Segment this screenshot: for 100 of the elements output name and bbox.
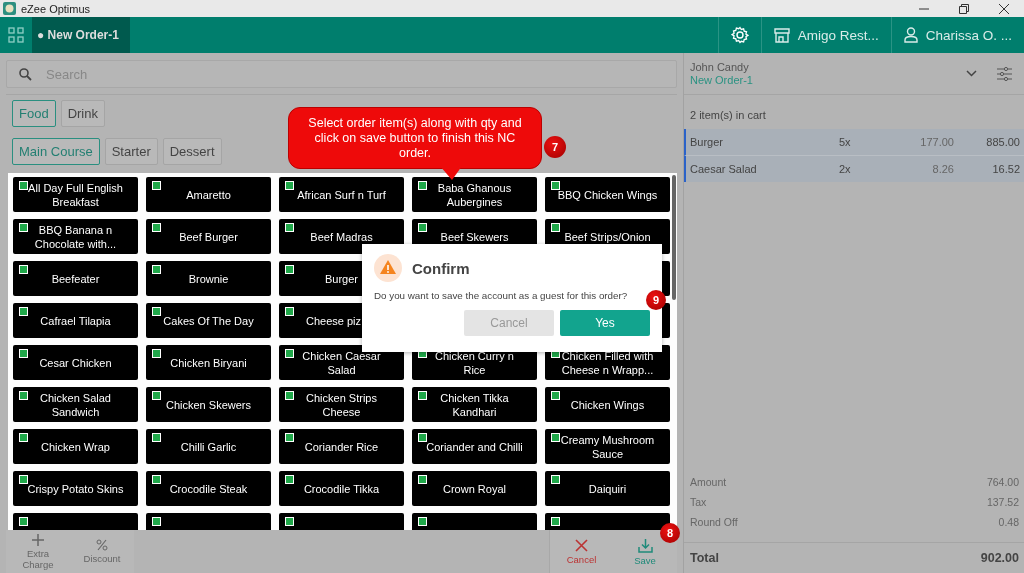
total-value: 137.52 xyxy=(986,496,1019,508)
store-icon xyxy=(773,27,790,43)
veg-indicator-icon xyxy=(152,307,161,316)
veg-indicator-icon xyxy=(152,181,161,190)
plus-icon xyxy=(32,533,44,546)
total-value: 764.00 xyxy=(986,476,1019,488)
veg-indicator-icon xyxy=(19,181,28,190)
cart-count: 2 item(s) in cart xyxy=(689,108,767,123)
order-tab[interactable]: ● New Order-1 xyxy=(32,17,130,53)
subcategory-tab[interactable]: Dessert xyxy=(162,138,222,165)
veg-indicator-icon xyxy=(285,475,294,484)
outlet-name[interactable]: Amigo Rest... xyxy=(797,27,879,43)
veg-indicator-icon xyxy=(19,475,28,484)
search-icon xyxy=(19,67,32,81)
veg-indicator-icon xyxy=(152,223,161,232)
dialog-title: Confirm xyxy=(412,259,470,277)
menu-item-tile[interactable]: Coriander Rice xyxy=(279,429,404,464)
menu-item-tile[interactable]: Chicken Salad Sandwich xyxy=(13,387,138,422)
veg-indicator-icon xyxy=(418,475,427,484)
veg-indicator-icon xyxy=(19,391,28,400)
settings-icon[interactable] xyxy=(730,26,749,44)
menu-item-tile[interactable]: Beefeater xyxy=(13,261,138,296)
veg-indicator-icon xyxy=(285,265,294,274)
menu-item-tile[interactable]: Beef Burger xyxy=(146,219,271,254)
veg-indicator-icon xyxy=(551,391,560,400)
subcategory-tab[interactable]: Starter xyxy=(104,138,158,165)
total-label: Tax xyxy=(690,496,707,508)
veg-indicator-icon xyxy=(152,433,161,442)
user-name[interactable]: Charissa O. ... xyxy=(925,27,1012,43)
callout-bubble: Select order item(s) along with qty and click on save button to finish this NC order. xyxy=(288,107,542,169)
veg-indicator-icon xyxy=(285,517,294,526)
menu-item-tile[interactable]: Cesar Chicken xyxy=(13,345,138,380)
menu-item-tile[interactable]: Coriander and Chilli xyxy=(412,429,537,464)
cart-row[interactable]: Burger 5x 177.00 885.00 xyxy=(684,129,1024,155)
grand-total-label: Total xyxy=(690,551,719,565)
veg-indicator-icon xyxy=(19,349,28,358)
menu-item-tile[interactable]: Amaretto xyxy=(146,177,271,212)
download-icon xyxy=(637,537,653,553)
menu-item-tile[interactable]: Crispy Potato Skins xyxy=(13,471,138,506)
veg-indicator-icon xyxy=(551,433,560,442)
veg-indicator-icon xyxy=(19,307,28,316)
filter-sliders-icon[interactable] xyxy=(997,66,1012,81)
percent-icon xyxy=(96,539,108,551)
menu-item-tile[interactable]: Chicken Biryani xyxy=(146,345,271,380)
total-value: 0.48 xyxy=(998,516,1019,528)
guest-name: John Candy xyxy=(690,61,750,73)
menu-item-tile[interactable]: Chicken Skewers xyxy=(146,387,271,422)
window-title: eZee Optimus xyxy=(21,2,92,15)
veg-indicator-icon xyxy=(152,475,161,484)
veg-indicator-icon xyxy=(418,517,427,526)
menu-item-tile[interactable]: BBQ Banana n Chocolate with... xyxy=(13,219,138,254)
chevron-down-icon[interactable] xyxy=(966,70,977,77)
menu-item-tile[interactable]: BBQ Chicken Wings xyxy=(545,177,670,212)
menu-item-tile[interactable]: Crocodile Tikka xyxy=(279,471,404,506)
cart-row[interactable]: Caesar Salad 2x 8.26 16.52 xyxy=(684,155,1024,182)
veg-indicator-icon xyxy=(152,265,161,274)
menu-item-tile[interactable]: Beef Madras xyxy=(279,219,404,254)
menu-item-tile[interactable]: Brownie xyxy=(146,261,271,296)
veg-indicator-icon xyxy=(418,433,427,442)
veg-indicator-icon xyxy=(418,223,427,232)
veg-indicator-icon xyxy=(285,349,294,358)
category-tab[interactable]: Drink xyxy=(60,100,105,127)
veg-indicator-icon xyxy=(152,517,161,526)
veg-indicator-icon xyxy=(285,433,294,442)
veg-indicator-icon xyxy=(418,181,427,190)
menu-item-tile[interactable]: Chilli Garlic xyxy=(146,429,271,464)
total-label: Round Off xyxy=(690,516,738,528)
veg-indicator-icon xyxy=(551,181,560,190)
menu-item-tile[interactable]: All Day Full English Breakfast xyxy=(13,177,138,212)
restore-icon[interactable] xyxy=(959,3,969,14)
menu-item-tile[interactable]: Crocodile Steak xyxy=(146,471,271,506)
menu-item-tile[interactable]: Creamy Mushroom Sauce xyxy=(545,429,670,464)
veg-indicator-icon xyxy=(285,307,294,316)
menu-item-tile[interactable]: Crown Royal xyxy=(412,471,537,506)
menu-item-tile[interactable]: Chicken Strips Cheese xyxy=(279,387,404,422)
menu-item-tile[interactable]: African Surf n Turf xyxy=(279,177,404,212)
app-logo-icon xyxy=(3,2,16,15)
menu-item-tile[interactable]: Daiquiri xyxy=(545,471,670,506)
menu-item-tile[interactable]: Chicken Tikka Kandhari xyxy=(412,387,537,422)
menu-item-tile[interactable]: Chicken Caesar Salad xyxy=(279,345,404,380)
grand-total-value: 902.00 xyxy=(980,551,1019,565)
veg-indicator-icon xyxy=(418,391,427,400)
veg-indicator-icon xyxy=(152,391,161,400)
veg-indicator-icon xyxy=(19,517,28,526)
scrollbar[interactable] xyxy=(672,175,676,300)
menu-item-tile[interactable]: Baba Ghanous Aubergines xyxy=(412,177,537,212)
close-icon xyxy=(575,538,588,552)
close-icon[interactable] xyxy=(999,3,1009,14)
user-icon xyxy=(903,27,918,43)
total-label: Amount xyxy=(690,476,727,488)
menu-item-tile[interactable]: Chicken Wrap xyxy=(13,429,138,464)
step-number-badge: 7 xyxy=(544,136,566,158)
veg-indicator-icon xyxy=(551,223,560,232)
veg-indicator-icon xyxy=(19,433,28,442)
order-name: New Order-1 xyxy=(690,74,754,86)
menu-item-tile[interactable]: Cakes Of The Day xyxy=(146,303,271,338)
veg-indicator-icon xyxy=(19,223,28,232)
menu-item-tile[interactable]: Chicken Wings xyxy=(545,387,670,422)
menu-item-tile[interactable]: Cafrael Tilapia xyxy=(13,303,138,338)
veg-indicator-icon xyxy=(551,475,560,484)
